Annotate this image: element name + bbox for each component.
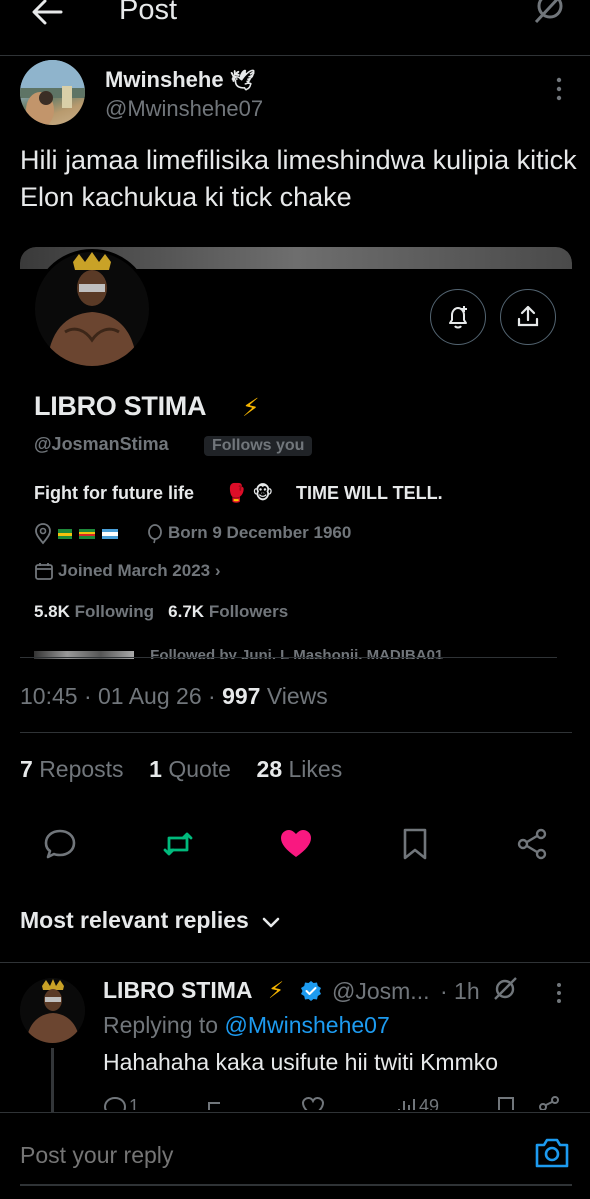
bookmark-icon[interactable] — [495, 1095, 517, 1110]
chevron-right-icon: › — [214, 561, 221, 580]
back-arrow-icon[interactable] — [30, 0, 64, 28]
reply-action-bar: 1 49 — [103, 1095, 563, 1110]
bookmark-icon[interactable] — [397, 826, 433, 862]
divider — [20, 732, 572, 733]
card-divider — [20, 657, 557, 658]
notify-icon — [449, 306, 467, 329]
reply-text: Hahahaha kaka usifute hii twiti Kmmko — [103, 1049, 499, 1075]
more-icon[interactable] — [550, 980, 568, 1006]
page-title: Post — [119, 0, 178, 26]
bio-emoji-icons: 🥊 🐵 — [225, 483, 274, 503]
profile-name: LIBRO STIMA — [34, 391, 207, 421]
reposts-count: 7 — [20, 756, 33, 782]
location-row — [34, 523, 152, 545]
share-profile-button[interactable] — [500, 289, 556, 345]
thread-line — [51, 1048, 54, 1112]
reply-icon[interactable] — [103, 1095, 127, 1110]
top-bar — [0, 0, 590, 56]
following-label: Following — [74, 602, 154, 621]
profile-avatar — [32, 249, 152, 369]
profile-screenshot-card[interactable]: LIBRO STIMA ⚡ @JosmanStima Follows you F… — [20, 247, 572, 662]
reply-input[interactable] — [20, 1140, 500, 1170]
location-icon — [35, 523, 118, 545]
tweet-meta: 10:45 · 01 Aug 26 · 997 Views — [20, 683, 328, 709]
profile-joined-date: Joined March 2023 › — [58, 561, 221, 581]
likes-stat[interactable]: 28 Likes — [257, 756, 343, 782]
follow-stats: 5.8K Following 6.7K Followers — [34, 602, 288, 622]
divider — [0, 962, 590, 963]
composer-divider — [0, 1112, 590, 1113]
profile-bio-tagline: TIME WILL TELL. — [296, 483, 443, 503]
reply-author-name[interactable]: LIBRO STIMA — [103, 977, 253, 1004]
more-icon[interactable] — [548, 74, 570, 104]
author-name[interactable]: Mwinshehe 🕊 — [105, 67, 255, 93]
profile-born-date: Born 9 December 1960 — [168, 523, 352, 542]
notify-button[interactable] — [430, 289, 486, 345]
quotes-stat[interactable]: 1 Quote — [149, 756, 231, 782]
balloon-icon — [148, 524, 162, 544]
grok-icon[interactable] — [530, 0, 570, 30]
quotes-label: Quote — [168, 756, 231, 782]
engagement-stats: 7 Reposts 1 Quote 28 Likes — [20, 756, 342, 783]
share-icon[interactable] — [537, 1095, 561, 1110]
tweet-time: 10:45 — [20, 683, 78, 709]
chevron-down-icon[interactable] — [260, 913, 282, 933]
like-icon[interactable] — [301, 1095, 325, 1110]
replies-sort-button[interactable]: Most relevant replies — [20, 907, 249, 934]
following-count: 5.8K — [34, 602, 70, 621]
reply-views-count: 49 — [419, 1096, 440, 1110]
views-icon[interactable] — [395, 1095, 419, 1110]
reply-icon[interactable] — [42, 826, 78, 862]
reposts-stat[interactable]: 7 Reposts — [20, 756, 124, 782]
tweet-date: 01 Aug 26 — [98, 683, 202, 709]
repost-icon[interactable] — [160, 826, 196, 862]
followers-count: 6.7K — [168, 602, 205, 621]
camera-icon[interactable] — [533, 1135, 571, 1171]
quotes-count: 1 — [149, 756, 162, 782]
profile-handle: @JosmanStima — [34, 434, 169, 454]
share-icon[interactable] — [514, 826, 550, 862]
verified-icon — [301, 981, 321, 1001]
tweet-text: Hili jamaa limefilisika limeshindwa kuli… — [20, 145, 577, 212]
dove-badge-icon: 🕊 — [229, 70, 256, 92]
joined-text: Joined March 2023 — [58, 561, 211, 580]
composer-underline — [20, 1184, 572, 1186]
lightning-emoji: ⚡ — [268, 977, 285, 1003]
lightning-emoji: ⚡ — [242, 394, 260, 422]
calendar-icon — [35, 563, 53, 580]
likes-label: Likes — [288, 756, 343, 782]
reposts-label: Reposts — [39, 756, 124, 782]
repost-icon[interactable] — [203, 1095, 227, 1110]
reply-avatar[interactable] — [20, 978, 85, 1043]
reply-time: · 1h — [440, 978, 480, 1004]
reply-author-handle[interactable]: @Josm... — [332, 978, 429, 1005]
profile-bio: Fight for future life — [34, 483, 194, 503]
follows-you-badge: Follows you — [204, 436, 313, 456]
grok-icon[interactable] — [492, 976, 518, 1002]
likes-count: 28 — [256, 756, 283, 782]
author-handle[interactable]: @Mwinshehe07 — [105, 96, 263, 122]
replying-to-handle[interactable]: @Mwinshehe07 — [224, 1012, 389, 1038]
replying-to-prefix: Replying to — [103, 1012, 219, 1038]
views-label: Views — [266, 683, 328, 709]
share-icon — [517, 305, 539, 327]
followers-label: Followers — [208, 602, 289, 621]
replying-to: Replying to @Mwinshehe07 — [103, 1012, 390, 1039]
views-count: 997 — [222, 683, 261, 709]
like-icon[interactable] — [278, 826, 314, 862]
author-name-text: Mwinshehe — [105, 67, 224, 92]
reply-count: 1 — [129, 1096, 140, 1110]
author-avatar[interactable] — [20, 60, 85, 125]
